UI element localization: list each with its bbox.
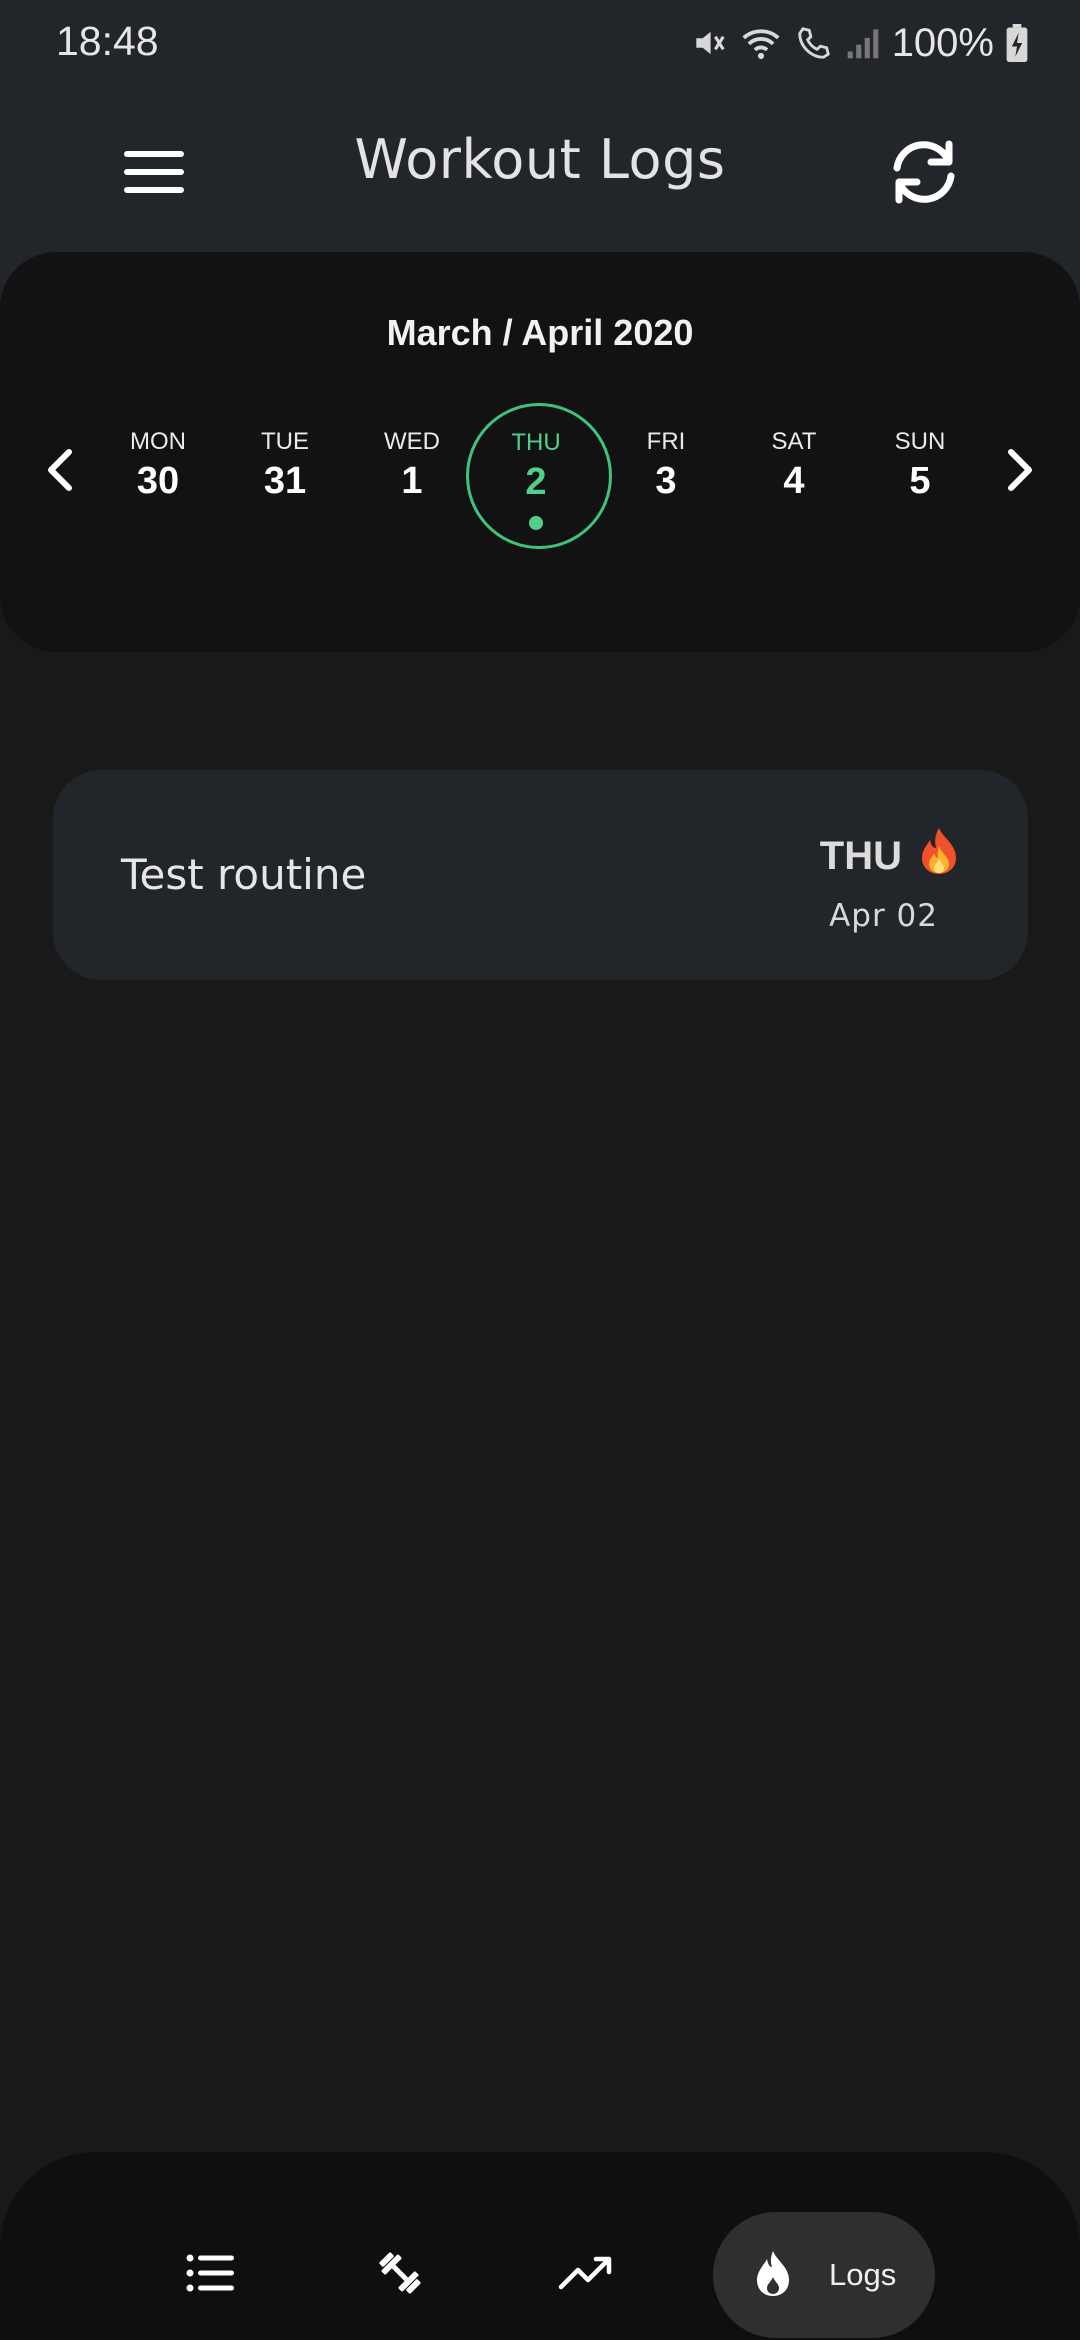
chevron-right-icon bbox=[1005, 448, 1035, 497]
log-date: Apr 02 bbox=[829, 898, 938, 934]
day-number: 2 bbox=[525, 461, 547, 503]
next-week-button[interactable] bbox=[990, 442, 1050, 502]
day-tue[interactable]: TUE 31 bbox=[215, 402, 355, 542]
workout-log-card[interactable]: Test routine THU Apr 02 bbox=[53, 770, 1028, 980]
flame-icon bbox=[755, 2249, 791, 2302]
wifi-icon bbox=[740, 24, 782, 62]
fire-emoji-icon bbox=[916, 826, 962, 886]
day-number: 3 bbox=[655, 460, 677, 502]
nav-routines-button[interactable] bbox=[160, 2212, 260, 2338]
signal-icon bbox=[846, 26, 880, 60]
calendar-month-label: March / April 2020 bbox=[386, 312, 694, 353]
day-name: TUE bbox=[261, 428, 309, 455]
nav-logs-button[interactable]: Logs bbox=[713, 2212, 935, 2338]
log-weekday: THU bbox=[820, 826, 962, 886]
day-fri[interactable]: FRI 3 bbox=[596, 402, 736, 542]
day-number: 30 bbox=[136, 460, 180, 502]
day-name: SAT bbox=[771, 428, 817, 455]
day-number: 4 bbox=[783, 460, 805, 502]
week-calendar: March / April 2020 MON 30 TUE 31 WED 1 T… bbox=[0, 252, 1080, 652]
day-mon[interactable]: MON 30 bbox=[88, 402, 228, 542]
day-wed[interactable]: WED 1 bbox=[342, 402, 482, 542]
refresh-button[interactable] bbox=[876, 126, 972, 222]
status-bar: 18:48 100% bbox=[0, 0, 1080, 88]
screen: 18:48 100% Workout Logs March / April 20… bbox=[0, 0, 1080, 2340]
nav-logs-label: Logs bbox=[829, 2257, 897, 2292]
refresh-icon bbox=[887, 140, 961, 209]
hamburger-menu-icon bbox=[124, 149, 184, 200]
day-number: 1 bbox=[401, 460, 423, 502]
day-name: FRI bbox=[646, 428, 686, 455]
mute-icon bbox=[690, 24, 728, 62]
nav-exercises-button[interactable] bbox=[350, 2212, 450, 2338]
day-sat[interactable]: SAT 4 bbox=[724, 402, 864, 542]
status-icons: 100% bbox=[690, 16, 1028, 70]
list-icon bbox=[186, 2254, 234, 2297]
day-sun[interactable]: SUN 5 bbox=[850, 402, 990, 542]
day-number: 31 bbox=[263, 460, 307, 502]
status-time: 18:48 bbox=[56, 18, 159, 64]
trending-up-icon bbox=[558, 2255, 614, 2296]
previous-week-button[interactable] bbox=[30, 442, 90, 502]
day-name: THU bbox=[511, 429, 561, 456]
day-name: WED bbox=[384, 428, 440, 455]
day-thu-selected[interactable]: THU 2 bbox=[466, 403, 612, 549]
day-number: 5 bbox=[909, 460, 931, 502]
battery-percent: 100% bbox=[891, 20, 994, 65]
menu-button[interactable] bbox=[112, 132, 196, 216]
log-indicator-dot bbox=[529, 516, 543, 530]
dumbbell-icon bbox=[374, 2247, 426, 2304]
battery-charging-icon bbox=[1006, 24, 1028, 62]
call-icon bbox=[794, 24, 834, 62]
routine-name: Test routine bbox=[121, 850, 367, 899]
nav-progress-button[interactable] bbox=[536, 2212, 636, 2338]
day-name: SUN bbox=[894, 428, 946, 455]
log-weekday-label: THU bbox=[819, 833, 902, 878]
chevron-left-icon bbox=[45, 448, 75, 497]
bottom-navigation: Logs bbox=[0, 2152, 1080, 2340]
day-name: MON bbox=[130, 428, 186, 455]
